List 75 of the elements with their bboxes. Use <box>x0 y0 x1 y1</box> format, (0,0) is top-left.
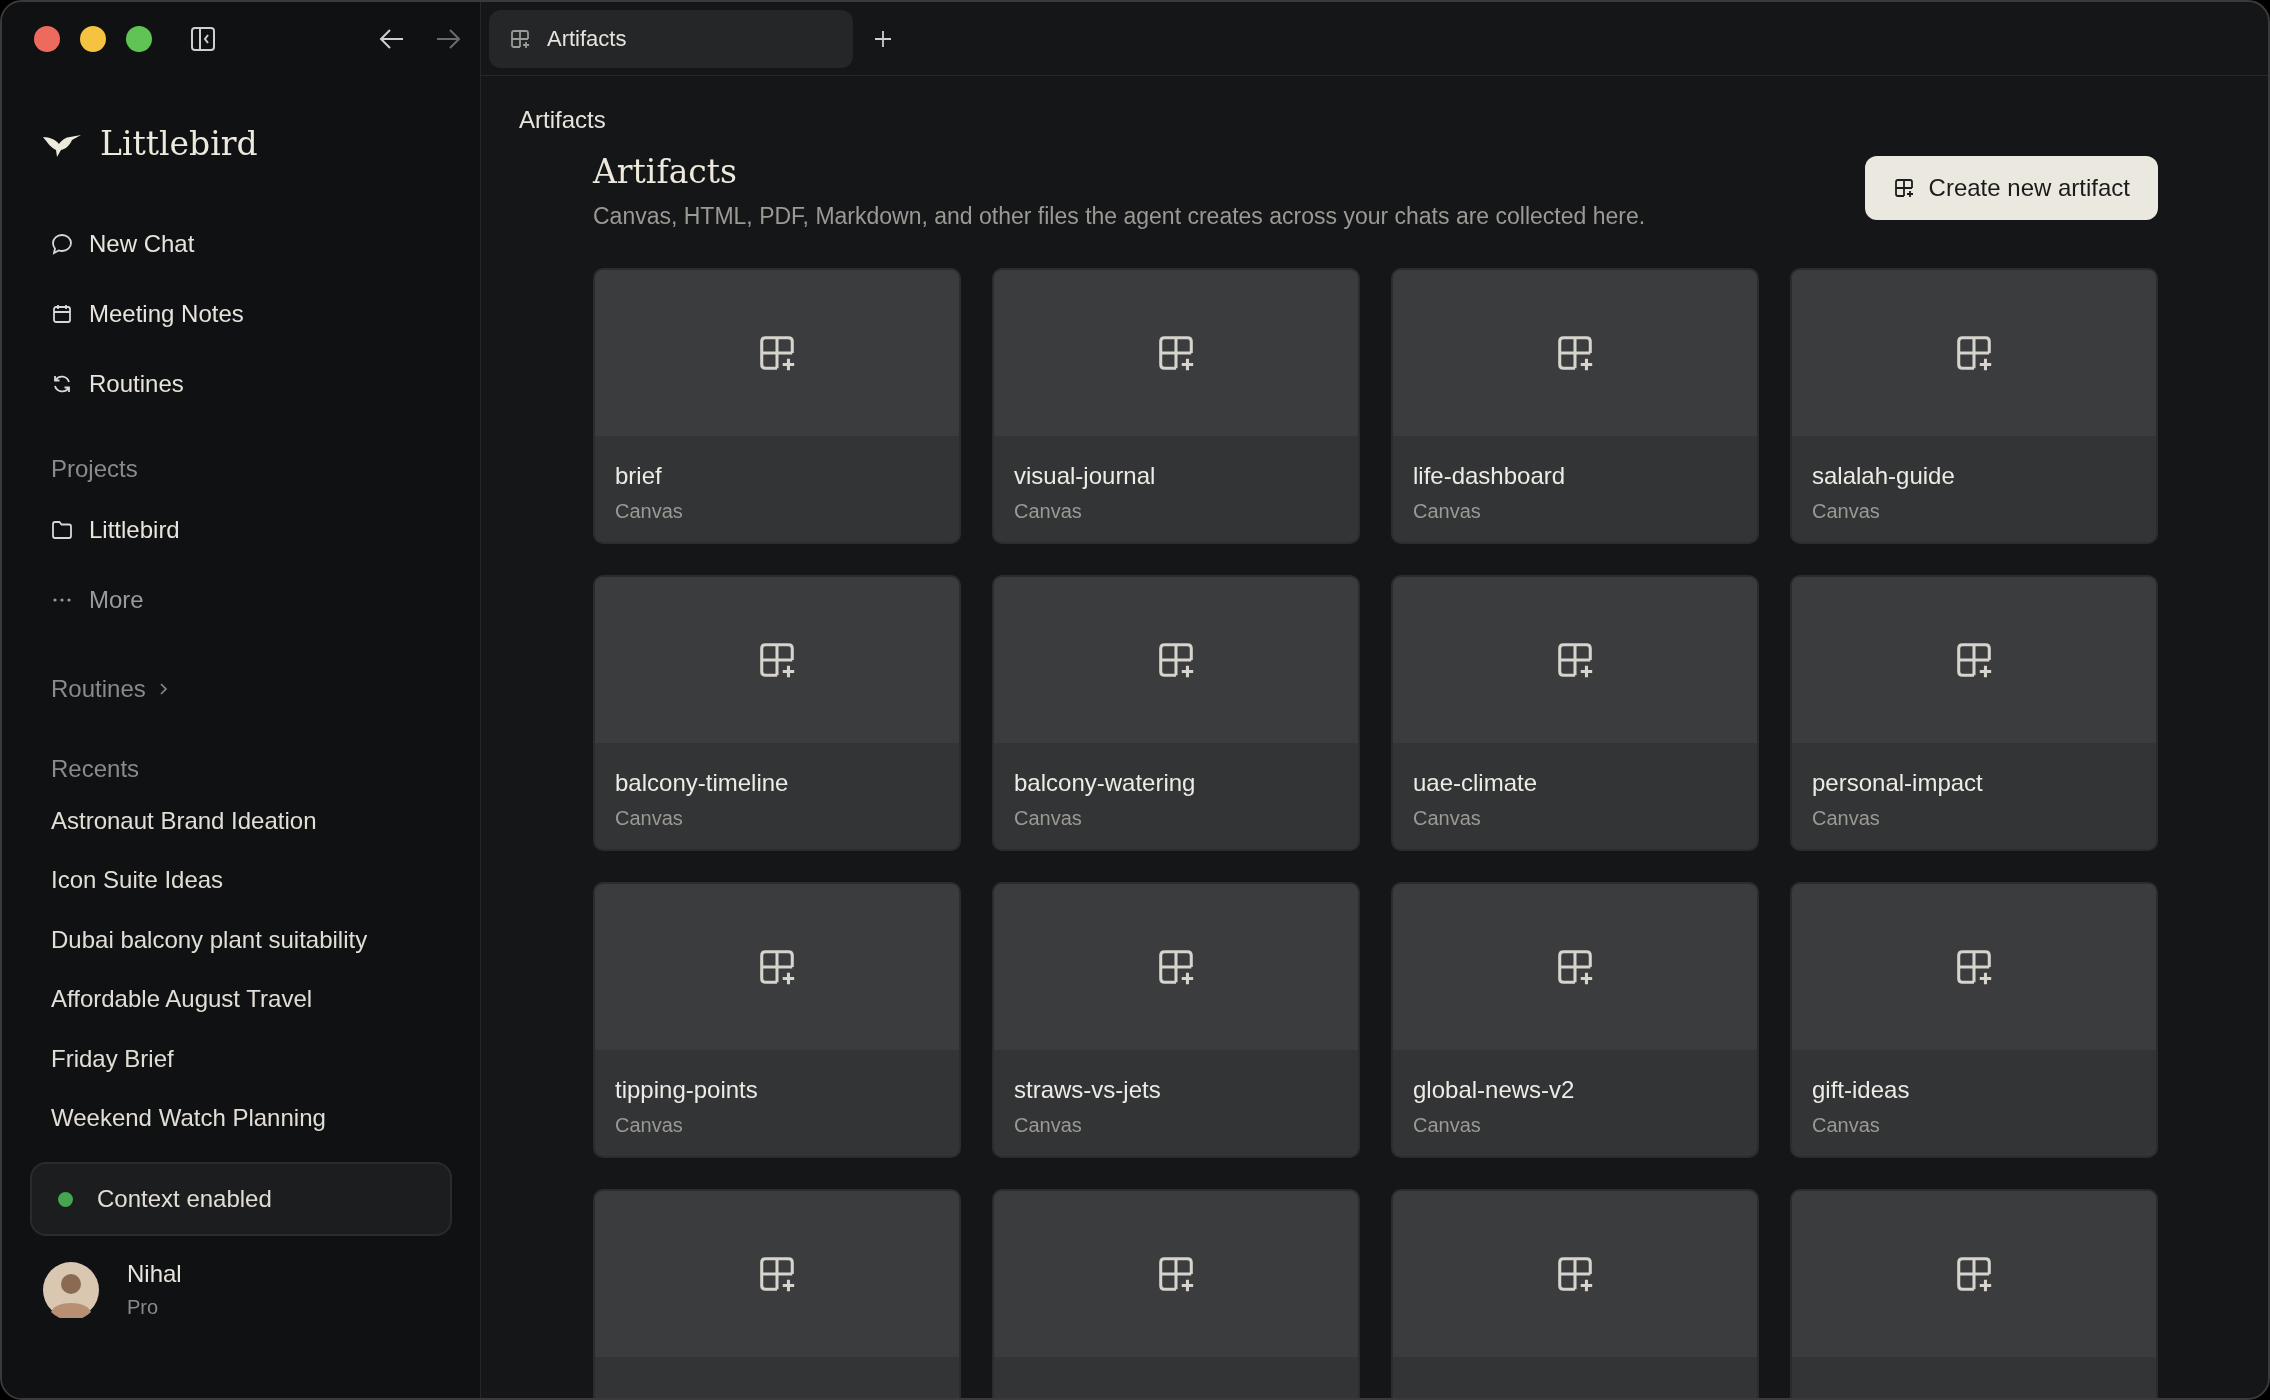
nav-item[interactable]: Meeting Notes <box>51 279 480 349</box>
artifact-name: uae-climate <box>1413 769 1539 797</box>
artifact-card[interactable]: salalah-guide Canvas <box>1790 268 2158 544</box>
artifact-type: Canvas <box>615 1114 684 1137</box>
more-dots-icon <box>51 597 73 603</box>
artifact-card[interactable]: tipping-points Canvas <box>593 882 961 1158</box>
chat-bubble-icon <box>51 233 73 255</box>
artifact-name: visual-journal <box>1014 462 1157 490</box>
recent-chat-item[interactable]: Friday Brief <box>51 1029 480 1089</box>
project-item[interactable]: More <box>51 565 480 635</box>
minimize-window-button[interactable] <box>80 26 106 52</box>
status-label: Context enabled <box>97 1185 272 1213</box>
artifact-card[interactable]: straws-vs-jets Canvas <box>992 882 1360 1158</box>
artifact-name: brief <box>615 462 663 490</box>
artifact-card[interactable]: balcony-timeline Canvas <box>593 575 961 851</box>
recent-chat-item[interactable]: Affordable August Travel <box>51 969 480 1029</box>
nav-item[interactable]: Routines <box>51 349 480 419</box>
context-status-panel[interactable]: Context enabled <box>30 1162 452 1236</box>
artifact-card[interactable]: gift-ideas Canvas <box>1790 882 2158 1158</box>
artifact-card[interactable]: uae-climate Canvas <box>1391 575 1759 851</box>
artifact-type: Canvas <box>1812 1114 1881 1137</box>
artifact-name: gift-ideas <box>1812 1076 1911 1104</box>
maximize-window-button[interactable] <box>126 26 152 52</box>
tab[interactable]: Artifacts <box>489 9 853 68</box>
routines-link[interactable]: Routines <box>51 675 168 703</box>
section-heading: Recents <box>50 755 141 783</box>
artifact-card[interactable]: global-news-v2 Canvas <box>1391 882 1759 1158</box>
artifact-card[interactable]: visual-journal Canvas <box>992 268 1360 544</box>
recent-chat-item[interactable]: Dubai balcony plant suitability <box>51 910 480 970</box>
artifact-name: life-dashboard <box>1413 462 1567 490</box>
project-item[interactable]: Littlebird <box>51 495 480 565</box>
user-plan: Pro <box>127 1296 160 1319</box>
section-heading: Projects <box>50 455 139 483</box>
folder-icon <box>51 520 73 540</box>
app-name: Littlebird <box>100 124 258 163</box>
artifact-name: salalah-guide <box>1812 462 1956 490</box>
recent-chat-item[interactable]: Icon Suite Ideas <box>51 850 480 910</box>
sidebar-toggle-icon[interactable] <box>190 26 216 52</box>
artifact-type: Canvas <box>1413 1114 1482 1137</box>
artifact-name: tipping-points <box>615 1076 759 1104</box>
artifact-type: Canvas <box>1812 807 1881 830</box>
nav-item[interactable]: New Chat <box>51 209 480 279</box>
artifact-type: Canvas <box>1014 500 1083 523</box>
artifact-type: Canvas <box>615 500 684 523</box>
calendar-icon <box>51 303 73 325</box>
recent-chat-item[interactable]: Weekend Watch Planning <box>51 1088 480 1148</box>
avatar-icon[interactable] <box>43 1261 99 1318</box>
create-artifact-button[interactable]: Create new artifact <box>1864 156 2158 220</box>
recent-chat-item[interactable]: Astronaut Brand Ideation <box>51 791 480 851</box>
artifact-card[interactable]: balcony-watering Canvas <box>992 575 1360 851</box>
artifact-type: Canvas <box>1413 500 1482 523</box>
artifact-icon <box>509 27 531 50</box>
artifact-icon <box>1892 177 1915 199</box>
artifact-name: personal-impact <box>1812 769 1984 797</box>
back-arrow-icon[interactable] <box>379 28 405 50</box>
artifact-card[interactable]: brief Canvas <box>593 268 961 544</box>
chevron-right-icon <box>157 682 168 696</box>
artifact-name: global-news-v2 <box>1413 1076 1576 1104</box>
close-window-button[interactable] <box>34 26 60 52</box>
breadcrumb: Artifacts <box>518 105 607 134</box>
user-name: Nihal <box>127 1260 182 1288</box>
page-title: Artifacts <box>593 152 738 191</box>
artifact-card[interactable]: personal-impact Canvas <box>1790 575 2158 851</box>
artifact-name: balcony-watering <box>1014 769 1197 797</box>
artifact-name: balcony-timeline <box>615 769 790 797</box>
refresh-icon <box>51 373 73 395</box>
artifact-type: Canvas <box>1812 500 1881 523</box>
artifact-type: Canvas <box>1014 807 1083 830</box>
page-description: Canvas, HTML, PDF, Markdown, and other files the agent creates across your chats are collected here. <box>593 203 1646 230</box>
new-tab-icon[interactable] <box>873 28 893 49</box>
artifact-name: straws-vs-jets <box>1014 1076 1162 1104</box>
artifact-card[interactable]: life-dashboard Canvas <box>1391 268 1759 544</box>
artifact-type: Canvas <box>615 807 684 830</box>
artifact-type: Canvas <box>1014 1114 1083 1137</box>
artifact-type: Canvas <box>1413 807 1482 830</box>
